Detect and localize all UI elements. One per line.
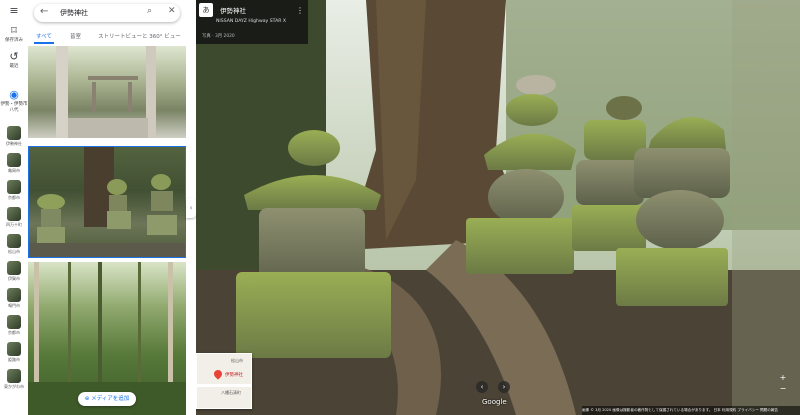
minimap-place-label: 伊勢神社: [225, 373, 243, 378]
place-thumbnail: [7, 153, 21, 167]
location-info-card: あ 伊勢神社 NISSAN DAYZ Highway STAR X 写真 · 3…: [196, 0, 308, 44]
place-label: 東かがわ市: [4, 384, 24, 389]
location-title[interactable]: 伊勢神社: [220, 5, 246, 15]
close-icon[interactable]: ✕: [168, 6, 176, 16]
chevron-left-icon: ‹: [189, 204, 193, 212]
search-box[interactable]: ← 伊勢神社 ⌕ ✕: [34, 4, 180, 22]
street-view-viewport[interactable]: あ 伊勢神社 NISSAN DAYZ Highway STAR X 写真 · 3…: [196, 0, 800, 415]
contributor-name[interactable]: NISSAN DAYZ Highway STAR X: [216, 19, 286, 24]
tab-all[interactable]: すべて: [36, 32, 52, 40]
recent-place-2[interactable]: 京都市: [0, 180, 28, 201]
place-label: 京都市: [8, 330, 20, 335]
recent-place-7[interactable]: 京都市: [0, 315, 28, 336]
recent-place-3[interactable]: 四万十町: [0, 207, 28, 228]
rail-item-label: 伊勢・伊勢市 八代: [0, 102, 28, 113]
stone-pagodas-illustration: [29, 147, 185, 257]
add-media-label: メディアを追加: [91, 396, 130, 402]
tab-street-view[interactable]: ストリートビューと 360° ビュー: [98, 32, 181, 40]
tab-indoor[interactable]: 皆室: [70, 32, 81, 40]
place-thumbnail: [7, 288, 21, 302]
minimap-area-label: 松山市: [231, 358, 243, 363]
place-label: 姫路市: [8, 357, 20, 362]
rail-item-label: 保存済み: [5, 38, 23, 43]
photo-tabs: すべて 皆室 ストリートビューと 360° ビュー: [28, 30, 186, 44]
rail-item-recent[interactable]: ↺ 最近: [0, 50, 28, 70]
attribution-footer: 画像 ©︎ 3月 2020 画像は撮影者の著作物として保護されている場合がありま…: [582, 406, 800, 415]
rail-item-saved[interactable]: ⌑ 保存済み: [0, 24, 28, 44]
recent-place-9[interactable]: 東かがわ市: [0, 369, 28, 390]
minimap-road: [197, 384, 251, 387]
minus-icon: −: [779, 384, 787, 393]
place-thumbnail: [7, 261, 21, 275]
chevron-right-icon: ›: [502, 383, 506, 391]
location-pin-icon: [212, 368, 224, 380]
back-arrow-icon[interactable]: ←: [40, 6, 48, 17]
place-thumbnail: [7, 315, 21, 329]
recent-place-0[interactable]: 伊勢神社: [0, 126, 28, 147]
place-thumbnail: [7, 126, 21, 140]
menu-button[interactable]: ≡: [0, 0, 28, 17]
zoom-out-button[interactable]: −: [778, 384, 788, 393]
recent-place-5[interactable]: 伊賀市: [0, 261, 28, 282]
active-tab-indicator: [34, 42, 54, 44]
recent-place-4[interactable]: 松山市: [0, 234, 28, 255]
location-icon: ◉: [9, 88, 19, 101]
place-thumbnail: [7, 369, 21, 383]
prev-photo-button[interactable]: ‹: [476, 381, 488, 393]
place-thumbnail: [7, 180, 21, 194]
place-label: 四万十町: [6, 222, 22, 227]
place-thumbnail: [7, 234, 21, 248]
google-logo: Google: [482, 398, 507, 406]
minimap[interactable]: 伊勢神社 松山市 八幡石清町: [196, 353, 252, 409]
side-panel: ← 伊勢神社 ⌕ ✕ すべて 皆室 ストリートビューと 360° ビュー ⊕ メ…: [28, 0, 186, 415]
more-options-icon[interactable]: ⋮: [296, 6, 304, 15]
search-icon[interactable]: ⌕: [147, 6, 152, 16]
rail-item-label: 最近: [9, 64, 19, 69]
next-photo-button[interactable]: ›: [498, 381, 510, 393]
place-thumbnail: [7, 342, 21, 356]
place-thumbnail: [7, 207, 21, 221]
history-icon: ↺: [9, 50, 19, 63]
plus-icon: +: [779, 373, 787, 382]
left-rail: ≡ ⌑ 保存済み ↺ 最近 ◉ 伊勢・伊勢市 八代 伊勢神社 亀岡市 京都市 四…: [0, 0, 29, 415]
recent-place-1[interactable]: 亀岡市: [0, 153, 28, 174]
minimap-road-label: 八幡石清町: [221, 390, 241, 395]
place-label: 伊賀市: [8, 276, 20, 281]
place-label: 鳴門市: [8, 303, 20, 308]
street-view-scene: [196, 0, 800, 415]
menu-icon: ≡: [9, 4, 19, 17]
place-label: 松山市: [8, 249, 20, 254]
capture-date: 写真 · 3月 2020: [202, 34, 235, 39]
add-media-button[interactable]: ⊕ メディアを追加: [78, 392, 136, 406]
recent-places: 伊勢神社 亀岡市 京都市 四万十町 松山市 伊賀市 鳴門市 京都市 姫路市 東か…: [0, 126, 28, 396]
place-label: 京都市: [8, 195, 20, 200]
recent-place-6[interactable]: 鳴門市: [0, 288, 28, 309]
search-input[interactable]: 伊勢神社: [60, 8, 88, 18]
collapse-panel-button[interactable]: ‹: [186, 198, 196, 218]
zoom-in-button[interactable]: +: [778, 373, 788, 382]
photo-thumbnail-torii[interactable]: [28, 46, 186, 138]
recent-place-8[interactable]: 姫路市: [0, 342, 28, 363]
bookmark-icon: ⌑: [11, 24, 17, 37]
torii-gate-illustration: [56, 46, 156, 138]
badge: あ: [199, 3, 213, 17]
place-label: 伊勢神社: [6, 141, 22, 146]
photo-thumbnail-stone-pagodas[interactable]: [28, 146, 186, 258]
chevron-left-icon: ‹: [480, 383, 484, 391]
rail-recent-current[interactable]: ◉ 伊勢・伊勢市 八代: [0, 88, 28, 114]
place-label: 亀岡市: [8, 168, 20, 173]
